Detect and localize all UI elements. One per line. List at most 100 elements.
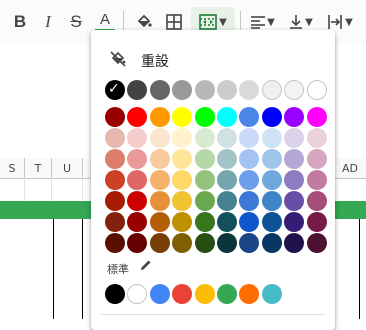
color-swatch[interactable] — [261, 212, 282, 232]
color-swatch[interactable] — [306, 191, 327, 211]
italic-button[interactable]: I — [36, 7, 60, 37]
text-wrapping-icon — [328, 15, 342, 29]
borders-icon — [166, 14, 182, 30]
standard-color-swatch[interactable] — [172, 284, 193, 304]
standard-color-swatch[interactable] — [261, 284, 282, 304]
color-swatch[interactable] — [172, 233, 193, 253]
color-swatch[interactable] — [217, 128, 237, 148]
color-swatch[interactable] — [306, 233, 327, 253]
color-swatch[interactable] — [105, 149, 125, 169]
color-swatch[interactable] — [172, 80, 193, 100]
color-swatch[interactable] — [105, 212, 125, 232]
color-swatch[interactable] — [284, 149, 305, 169]
color-swatch[interactable] — [127, 170, 148, 190]
color-swatch[interactable] — [284, 170, 305, 190]
color-swatch[interactable] — [261, 107, 282, 127]
standard-color-swatch[interactable] — [239, 284, 260, 304]
color-swatch[interactable] — [172, 149, 193, 169]
color-swatch[interactable] — [306, 107, 327, 127]
color-swatch[interactable] — [194, 107, 215, 127]
color-swatch[interactable] — [284, 233, 305, 253]
color-swatch[interactable] — [149, 212, 170, 232]
color-swatch[interactable] — [105, 170, 125, 190]
color-swatch[interactable] — [194, 170, 215, 190]
color-swatch[interactable] — [194, 191, 215, 211]
standard-color-swatch[interactable] — [105, 284, 125, 304]
color-swatch[interactable] — [194, 149, 215, 169]
color-swatch[interactable] — [194, 128, 215, 148]
color-swatch[interactable] — [261, 128, 282, 148]
column-header-t[interactable]: T — [25, 158, 52, 179]
color-swatch[interactable] — [306, 128, 327, 148]
color-swatch[interactable] — [127, 80, 148, 100]
column-header-s[interactable]: S — [0, 158, 25, 179]
color-swatch[interactable] — [172, 128, 193, 148]
standard-color-swatch[interactable] — [217, 284, 237, 304]
color-swatch[interactable] — [217, 149, 237, 169]
color-swatch[interactable] — [217, 107, 237, 127]
color-swatch[interactable] — [261, 149, 282, 169]
color-swatch[interactable] — [306, 149, 327, 169]
color-swatch[interactable] — [261, 170, 282, 190]
color-swatch[interactable] — [149, 149, 170, 169]
color-swatch[interactable] — [105, 107, 125, 127]
color-swatch[interactable] — [105, 233, 125, 253]
standard-color-swatch[interactable] — [194, 284, 215, 304]
color-swatch[interactable] — [284, 191, 305, 211]
column-header-u[interactable]: U — [52, 158, 83, 179]
color-swatch[interactable] — [149, 170, 170, 190]
pencil-icon[interactable] — [139, 258, 153, 272]
color-swatch[interactable] — [194, 80, 215, 100]
color-swatch[interactable] — [127, 212, 148, 232]
color-swatch[interactable] — [172, 212, 193, 232]
color-swatch[interactable] — [217, 212, 237, 232]
color-swatch[interactable] — [239, 191, 260, 211]
bold-button[interactable]: B — [8, 7, 32, 37]
color-swatch[interactable] — [127, 191, 148, 211]
color-swatch[interactable] — [239, 170, 260, 190]
column-header-ad[interactable]: AD — [334, 158, 366, 179]
color-swatch[interactable] — [239, 107, 260, 127]
color-swatch[interactable] — [284, 80, 305, 100]
color-swatch[interactable] — [239, 80, 260, 100]
horizontal-align-icon — [251, 16, 266, 29]
color-swatch[interactable] — [261, 233, 282, 253]
color-swatch[interactable] — [194, 212, 215, 232]
color-swatch[interactable] — [261, 191, 282, 211]
color-swatch[interactable] — [149, 233, 170, 253]
color-swatch[interactable] — [284, 107, 305, 127]
color-swatch[interactable] — [105, 191, 125, 211]
color-swatch[interactable] — [217, 191, 237, 211]
color-swatch[interactable] — [105, 128, 125, 148]
color-swatch[interactable] — [284, 212, 305, 232]
standard-color-swatch[interactable] — [127, 284, 148, 304]
color-swatch[interactable] — [306, 170, 327, 190]
color-swatch[interactable] — [217, 233, 237, 253]
color-swatch[interactable] — [149, 107, 170, 127]
color-swatch[interactable] — [239, 149, 260, 169]
color-swatch[interactable] — [149, 191, 170, 211]
color-swatch[interactable] — [239, 212, 260, 232]
color-swatch[interactable] — [127, 128, 148, 148]
color-swatch[interactable] — [306, 80, 327, 100]
color-swatch[interactable] — [149, 128, 170, 148]
color-swatch[interactable]: ✓ — [105, 80, 125, 100]
color-swatch[interactable] — [239, 233, 260, 253]
color-swatch[interactable] — [217, 80, 237, 100]
color-swatch[interactable] — [261, 80, 282, 100]
color-swatch[interactable] — [284, 128, 305, 148]
color-swatch[interactable] — [239, 128, 260, 148]
strikethrough-button[interactable]: S — [64, 7, 88, 37]
reset-color-option[interactable]: 重設 — [91, 46, 335, 74]
color-swatch[interactable] — [127, 233, 148, 253]
color-swatch[interactable] — [127, 107, 148, 127]
color-swatch[interactable] — [172, 107, 193, 127]
color-swatch[interactable] — [194, 233, 215, 253]
color-swatch[interactable] — [127, 149, 148, 169]
color-swatch[interactable] — [149, 80, 170, 100]
color-swatch[interactable] — [306, 212, 327, 232]
color-swatch[interactable] — [172, 191, 193, 211]
color-swatch[interactable] — [217, 170, 237, 190]
standard-color-swatch[interactable] — [149, 284, 170, 304]
color-swatch[interactable] — [172, 170, 193, 190]
